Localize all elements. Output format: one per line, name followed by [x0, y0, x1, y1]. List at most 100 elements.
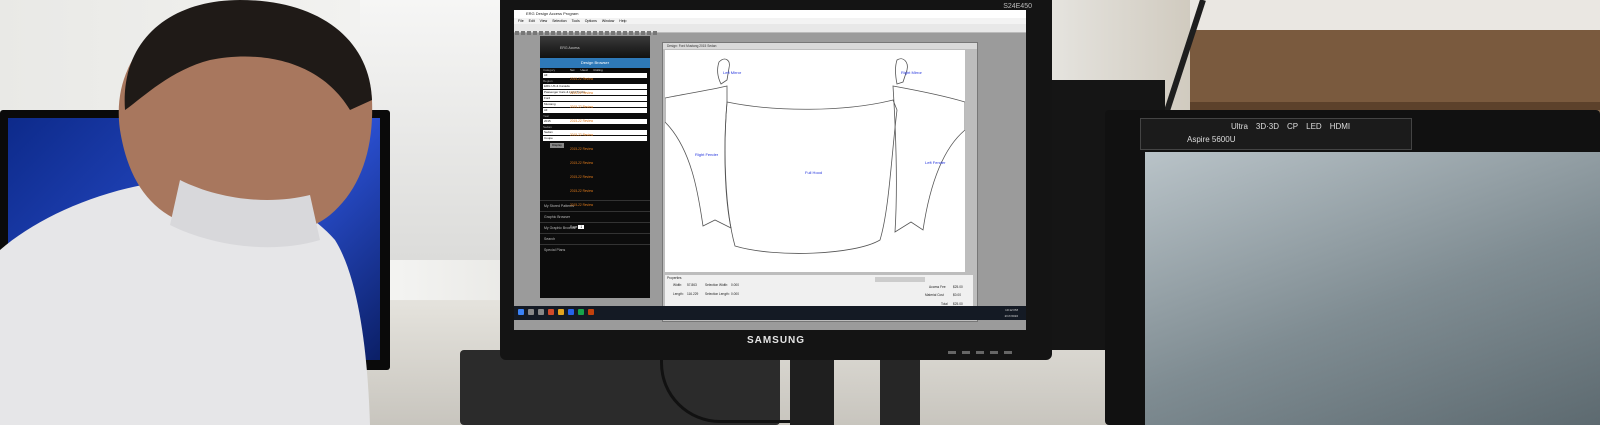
toolbar-icon[interactable]: [641, 31, 645, 35]
toolbar-icon[interactable]: [551, 31, 555, 35]
toolbar-icon[interactable]: [629, 31, 633, 35]
feature-badge: Ultra: [1231, 122, 1248, 131]
right-monitor: [1105, 110, 1600, 425]
toolbar-icon[interactable]: [587, 31, 591, 35]
background-wall: [1190, 0, 1600, 30]
full-hood-outline: [724, 99, 898, 254]
pattern-list: Set Used Rolling 2015-22 Review 2015-22 Rev…: [570, 68, 620, 218]
monitor-button[interactable]: [962, 351, 970, 354]
label-right-fender: Right Fender: [695, 152, 719, 157]
list-item[interactable]: 2015-22 Review: [570, 146, 620, 160]
toolbar-icon[interactable]: [623, 31, 627, 35]
search-icon[interactable]: [528, 309, 534, 315]
label-full-hood: Full Hood: [805, 170, 823, 175]
browser-title: ERG Access: [560, 46, 580, 50]
toolbar-icon[interactable]: [599, 31, 603, 35]
material-cost-value: $0.00: [953, 293, 961, 297]
list-item[interactable]: 2015-22 Review: [570, 202, 620, 216]
toolbar-icon[interactable]: [515, 31, 519, 35]
toolbar-icon[interactable]: [647, 31, 651, 35]
toolbar-icon[interactable]: [557, 31, 561, 35]
feature-badge: HDMI: [1329, 122, 1351, 131]
folder-icon[interactable]: [558, 309, 564, 315]
toolbar-icon[interactable]: [653, 31, 657, 35]
taskview-icon[interactable]: [538, 309, 544, 315]
length-label: Length:: [673, 292, 684, 296]
page-input[interactable]: 1: [578, 225, 585, 229]
monitor-badge-strip: Aspire 5600U Ultra 3D·3D CP LED HDMI: [1140, 118, 1412, 150]
toolbar-icon[interactable]: [539, 31, 543, 35]
feature-badge: CP: [1287, 122, 1299, 131]
display-button[interactable]: Display: [550, 143, 564, 148]
monitor-buttons: [948, 351, 1012, 354]
selection-width-label: Selection Width:: [705, 283, 729, 287]
label-left-fender: Left Fender: [925, 160, 946, 165]
toolbar-icon[interactable]: [545, 31, 549, 35]
wooden-shelf: [1190, 30, 1600, 110]
windows-taskbar: 10:12 PM 2/17/2016: [514, 306, 1026, 320]
toolbar-icon[interactable]: [611, 31, 615, 35]
toolbar-icon[interactable]: [527, 31, 531, 35]
selection-width-value: 0.000: [731, 283, 739, 287]
width-label: Width:: [673, 283, 683, 287]
app-icon[interactable]: [548, 309, 554, 315]
toolbar-icon[interactable]: [593, 31, 597, 35]
toolbar-icon[interactable]: [605, 31, 609, 35]
browser-section[interactable]: Search: [540, 233, 650, 244]
selection-length-value: 0.000: [731, 292, 739, 296]
properties-header: Properties: [667, 276, 682, 280]
toolbar-icon[interactable]: [521, 31, 525, 35]
taskbar-date: 2/17/2016: [1004, 314, 1018, 318]
app-titlebar: ERG Design Access Program: [514, 10, 1026, 18]
list-item[interactable]: 2015-22 Review: [570, 76, 620, 90]
toolbar-icon[interactable]: [563, 31, 567, 35]
monitor-brand: SAMSUNG: [746, 335, 806, 346]
app-icon[interactable]: [578, 309, 584, 315]
toolbar-icon[interactable]: [569, 31, 573, 35]
list-item[interactable]: 2015-22 Review: [570, 90, 620, 104]
right-monitor-screen: [1145, 152, 1600, 425]
browser-icon[interactable]: [568, 309, 574, 315]
material-cost-label: Material Cost: [925, 293, 944, 297]
toolbar-icon[interactable]: [581, 31, 585, 35]
list-column-header[interactable]: Rolling: [594, 68, 603, 72]
monitor-model: S24E450: [1003, 3, 1032, 10]
list-item[interactable]: 2015-22 Review: [570, 104, 620, 118]
main-monitor: S24E450 ERG Design Access Program File Ed…: [500, 0, 1052, 360]
tab-design-browser[interactable]: Design Browser: [540, 58, 650, 68]
office-photo: S24E450 ERG Design Access Program File Ed…: [0, 0, 1600, 425]
start-icon[interactable]: [518, 309, 524, 315]
label-right-mirror: Right Mirror: [901, 70, 922, 75]
monitor-stand-rear: [880, 355, 920, 425]
toolbar-icon[interactable]: [635, 31, 639, 35]
monitor-button[interactable]: [948, 351, 956, 354]
left-fender-outline: [892, 85, 965, 233]
toolbar-icon[interactable]: [617, 31, 621, 35]
pattern-viewer-window: Design: Ford Mustang 2015 Sedan Left Mir…: [662, 42, 978, 322]
list-header: Set Used Rolling: [570, 68, 620, 76]
monitor-button[interactable]: [990, 351, 998, 354]
list-item[interactable]: 2015-22 Review: [570, 174, 620, 188]
browser-section[interactable]: Special Plans: [540, 244, 650, 255]
app-icon[interactable]: [588, 309, 594, 315]
feature-badge: LED: [1306, 122, 1322, 131]
feature-badges: Ultra 3D·3D CP LED HDMI: [1231, 122, 1350, 131]
width-value: 57.863: [687, 283, 697, 287]
selection-length-label: Selection Length:: [705, 292, 730, 296]
toolbar-icon[interactable]: [533, 31, 537, 35]
list-column-header[interactable]: Used: [581, 68, 588, 72]
dropdown[interactable]: [875, 277, 925, 282]
toolbar-icon[interactable]: [575, 31, 579, 35]
feature-badge: 3D·3D: [1255, 122, 1280, 131]
pattern-canvas[interactable]: Left Mirror Right Mirror Right Fender Le…: [665, 50, 965, 272]
right-monitor-model: Aspire 5600U: [1187, 135, 1236, 144]
list-item[interactable]: 2015-22 Review: [570, 118, 620, 132]
list-item[interactable]: 2015-22 Review: [570, 188, 620, 202]
pager-label: Page: [570, 225, 578, 229]
access-fee-label: Access Fee: [929, 285, 946, 289]
list-item[interactable]: 2015-22 Review: [570, 160, 620, 174]
list-item[interactable]: 2015-22 Review: [570, 132, 620, 146]
monitor-button[interactable]: [976, 351, 984, 354]
monitor-button[interactable]: [1004, 351, 1012, 354]
list-column-header[interactable]: Set: [570, 68, 575, 72]
